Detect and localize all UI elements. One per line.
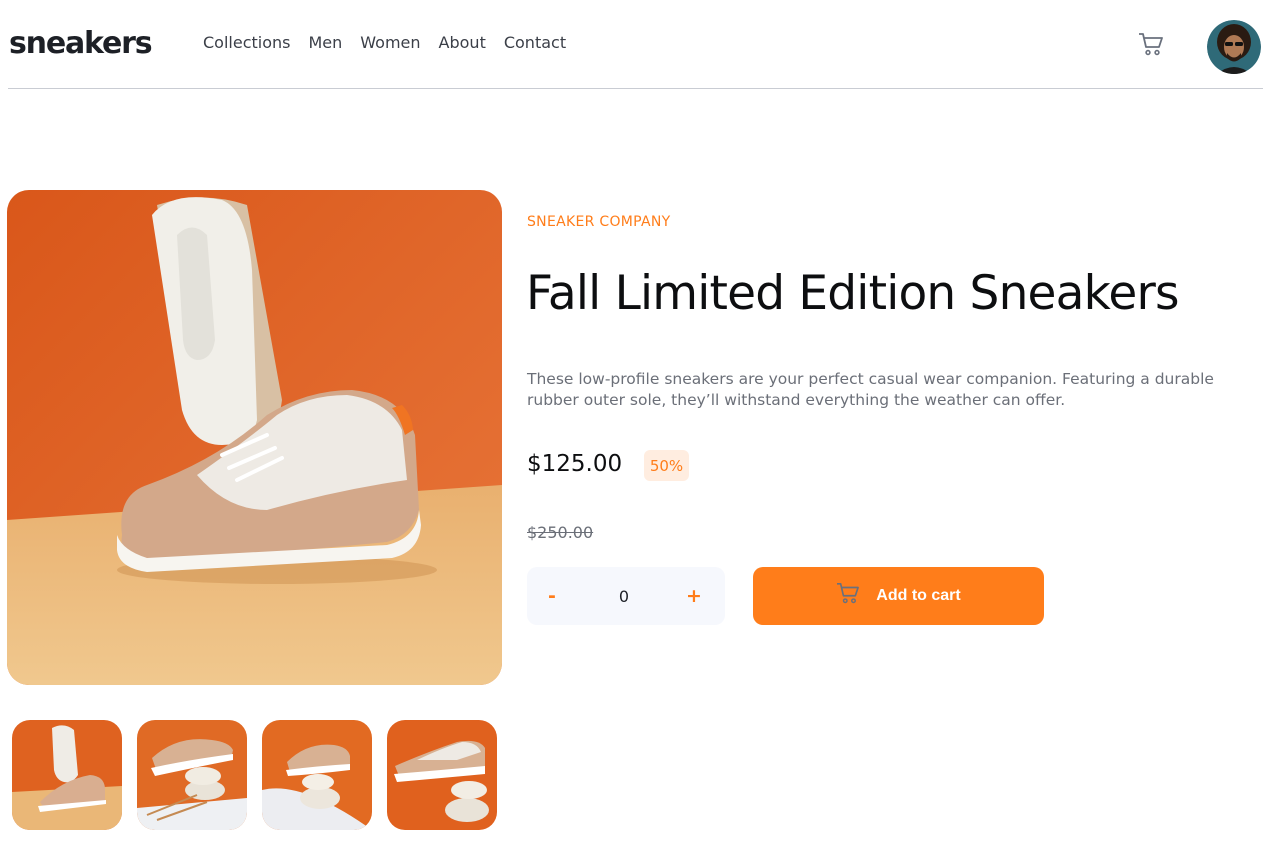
thumbnail-3-image [262, 720, 372, 830]
site-header: sneakers Collections Men Women About Con… [8, 0, 1263, 89]
product-title: Fall Limited Edition Sneakers [526, 266, 1180, 321]
main-product-image[interactable] [7, 190, 502, 685]
decrease-quantity-button[interactable]: - [527, 567, 577, 625]
product-description: These low-profile sneakers are your perf… [527, 370, 1214, 409]
thumbnail-1-image [12, 720, 122, 830]
main-nav: Collections Men Women About Contact [203, 33, 566, 52]
user-avatar[interactable] [1207, 20, 1261, 74]
thumbnail-list [12, 720, 497, 830]
original-price: $250.00 [527, 523, 594, 542]
thumbnail-2-image [137, 720, 247, 830]
nav-link-collections[interactable]: Collections [203, 33, 290, 52]
cart-icon [1139, 33, 1163, 56]
sneaker-photo [7, 190, 502, 685]
thumbnail-4-image [387, 720, 497, 830]
discount-badge: 50% [644, 450, 689, 481]
increase-quantity-button[interactable]: + [669, 567, 719, 625]
company-label: SNEAKER COMPANY [527, 214, 671, 230]
avatar-image [1207, 20, 1261, 74]
add-to-cart-button[interactable]: Add to cart [753, 567, 1044, 625]
nav-link-men[interactable]: Men [308, 33, 342, 52]
thumbnail-1[interactable] [12, 720, 122, 830]
nav-link-women[interactable]: Women [360, 33, 420, 52]
quantity-stepper: - 0 + [527, 567, 725, 625]
thumbnail-4[interactable] [387, 720, 497, 830]
logo[interactable]: sneakers [9, 26, 153, 61]
thumbnail-3[interactable] [262, 720, 372, 830]
quantity-value: 0 [618, 586, 630, 606]
add-to-cart-label: Add to cart [876, 587, 961, 604]
current-price: $125.00 [527, 451, 623, 477]
cart-button[interactable] [1138, 32, 1164, 56]
nav-link-contact[interactable]: Contact [504, 33, 566, 52]
cart-icon [837, 583, 860, 604]
nav-link-about[interactable]: About [439, 33, 486, 52]
thumbnail-2[interactable] [137, 720, 247, 830]
